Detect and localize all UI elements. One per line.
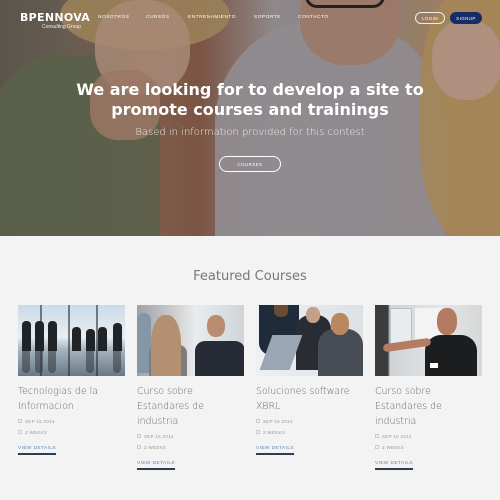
course-date: SEP 15 2014 xyxy=(256,417,364,425)
hero-title: We are looking for to develop a site to … xyxy=(0,80,500,120)
calendar-icon xyxy=(256,419,260,423)
nav-item-contacto[interactable]: CONTACTO xyxy=(298,15,328,20)
course-duration: 3 WEEKS xyxy=(18,428,126,436)
course-image[interactable] xyxy=(256,305,363,376)
signup-button[interactable]: SIGNUP xyxy=(450,12,482,24)
course-title[interactable]: Tecnologias de la Informacion xyxy=(18,384,126,414)
calendar-icon xyxy=(18,419,22,423)
course-card: Curso sobre Estandares de industria SEP … xyxy=(375,305,483,470)
hero-title-line: We are looking for to develop a site to xyxy=(76,80,424,99)
course-image[interactable] xyxy=(137,305,244,376)
nav-item-entrenamiento[interactable]: ENTRENAMIENTO xyxy=(188,15,236,20)
course-date: SEP 15 2014 xyxy=(375,432,483,440)
logo-tagline: Consulting Group xyxy=(42,24,81,30)
nav-item-nosotros[interactable]: NOSOTROS xyxy=(98,15,129,20)
nav-item-soporte[interactable]: SOPORTE xyxy=(254,15,281,20)
course-date-text: SEP 15 2014 xyxy=(382,433,412,439)
view-details-link[interactable]: VIEW DETAILS xyxy=(137,461,176,470)
course-duration: 3 WEEKS xyxy=(256,428,364,436)
course-date-text: SEP 15 2014 xyxy=(25,418,55,424)
course-duration: 3 WEEKS xyxy=(137,443,245,451)
featured-courses-heading: Featured Courses xyxy=(193,269,307,284)
course-duration-text: 3 WEEKS xyxy=(144,444,167,450)
course-card: Soluciones software XBRL SEP 15 2014 3 W… xyxy=(256,305,364,455)
clock-icon xyxy=(18,430,22,434)
course-title[interactable]: Curso sobre Estandares de industria xyxy=(137,384,245,429)
hero-title-line: promote courses and trainings xyxy=(111,100,389,119)
courses-button[interactable]: COURSES xyxy=(219,156,281,172)
calendar-icon xyxy=(137,434,141,438)
top-navigation: BPENNOVA Consulting Group NOSOTROS CURSO… xyxy=(0,0,500,36)
course-date-text: SEP 15 2014 xyxy=(263,418,293,424)
clock-icon xyxy=(137,445,141,449)
calendar-icon xyxy=(375,434,379,438)
hero-subtitle: Based in information provided for this c… xyxy=(135,127,365,138)
course-duration: 3 WEEKS xyxy=(375,443,483,451)
course-date: SEP 15 2014 xyxy=(18,417,126,425)
clock-icon xyxy=(256,430,260,434)
login-button[interactable]: LOGIN xyxy=(415,12,445,24)
logo-name: BPENNOVA xyxy=(20,11,91,24)
course-card: Curso sobre Estandares de industria SEP … xyxy=(137,305,245,470)
course-duration-text: 3 WEEKS xyxy=(263,429,286,435)
view-details-link[interactable]: VIEW DETAILS xyxy=(18,446,57,455)
logo[interactable]: BPENNOVA Consulting Group xyxy=(20,11,91,30)
nav-item-cursos[interactable]: CURSOS xyxy=(146,15,170,20)
view-details-link[interactable]: VIEW DETAILS xyxy=(375,461,414,470)
view-details-link[interactable]: VIEW DETAILS xyxy=(256,446,295,455)
course-duration-text: 3 WEEKS xyxy=(382,444,405,450)
clock-icon xyxy=(375,445,379,449)
course-image[interactable] xyxy=(18,305,125,376)
course-date: SEP 15 2014 xyxy=(137,432,245,440)
hero-banner: BPENNOVA Consulting Group NOSOTROS CURSO… xyxy=(0,0,500,236)
course-duration-text: 3 WEEKS xyxy=(25,429,48,435)
course-card: Tecnologias de la Informacion SEP 15 201… xyxy=(18,305,126,455)
course-image[interactable] xyxy=(375,305,482,376)
course-title[interactable]: Curso sobre Estandares de industria xyxy=(375,384,483,429)
course-title[interactable]: Soluciones software XBRL xyxy=(256,384,364,414)
course-date-text: SEP 15 2014 xyxy=(144,433,174,439)
